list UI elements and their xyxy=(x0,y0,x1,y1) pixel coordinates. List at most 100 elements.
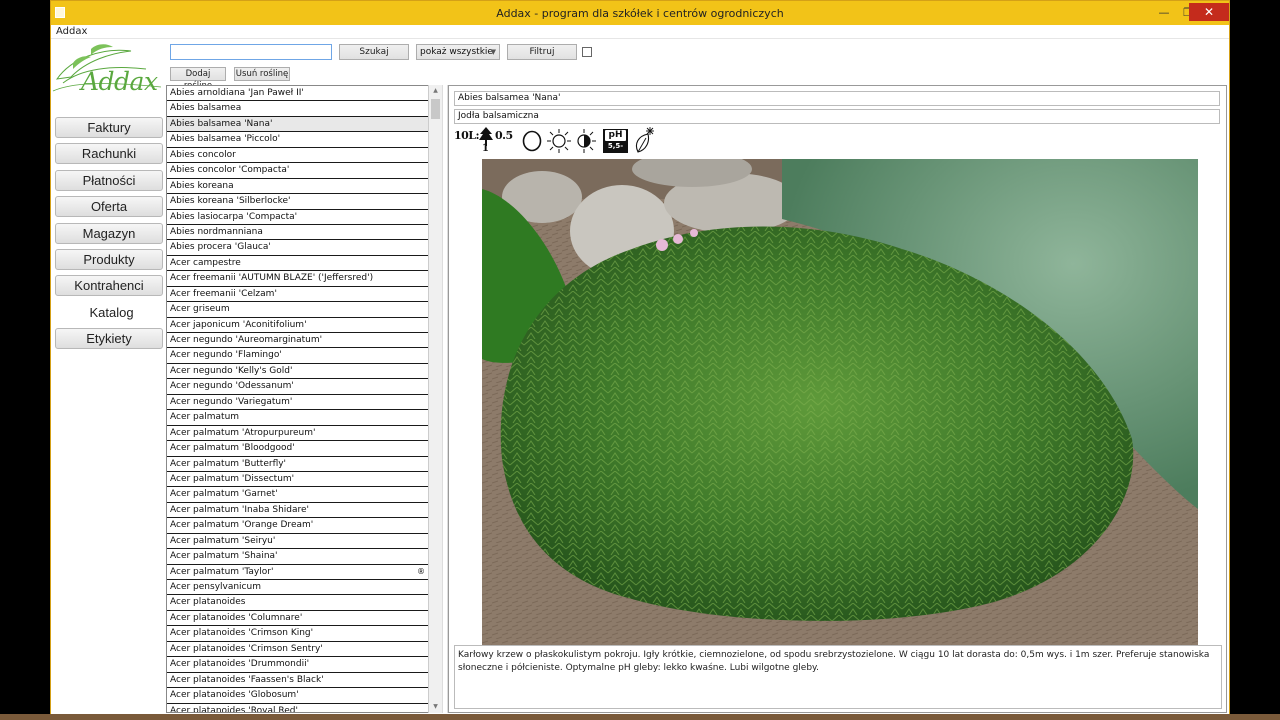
height-value: 0.5 xyxy=(495,129,513,142)
scroll-up-icon[interactable]: ▲ xyxy=(429,85,442,97)
plant-list-item-label: Acer negundo 'Kelly's Gold' xyxy=(170,365,293,376)
plant-list-item-label: Acer palmatum 'Bloodgood' xyxy=(170,443,295,454)
remove-plant-button[interactable]: Usuń roślinę xyxy=(234,67,290,81)
plant-list-item-label: Acer palmatum 'Seiryu' xyxy=(170,535,276,546)
plant-list-item[interactable]: Acer palmatum 'Butterfly' xyxy=(167,457,428,472)
half-sun-icon xyxy=(577,129,596,153)
plant-list-item-label: Acer negundo 'Odessanum' xyxy=(170,381,294,392)
plant-list-item-label: Abies nordmanniana xyxy=(170,226,263,237)
plant-list-item[interactable]: Acer japonicum 'Aconitifolium' xyxy=(167,318,428,333)
plant-list-item[interactable]: Acer palmatum 'Bloodgood' xyxy=(167,441,428,457)
addax-logo: Addax xyxy=(51,39,165,109)
plant-description[interactable]: Karłowy krzew o płaskokulistym pokroju. … xyxy=(454,645,1222,709)
plant-list-item[interactable]: Acer negundo 'Kelly's Gold' xyxy=(167,364,428,380)
plant-list-item-label: Acer platanoides 'Royal Red' xyxy=(170,705,298,713)
plant-list-item[interactable]: Acer pensylvanicum xyxy=(167,580,428,596)
filter-checkbox[interactable] xyxy=(582,47,592,57)
nav-button-produkty[interactable]: Produkty xyxy=(55,248,163,270)
plant-list-item[interactable]: Acer platanoides 'Drummondii' xyxy=(167,657,428,673)
plant-list-item[interactable]: Abies nordmanniana xyxy=(167,225,428,241)
minimize-button[interactable]: — xyxy=(1151,3,1177,21)
nav-button-kontrahenci[interactable]: Kontrahenci xyxy=(55,275,163,297)
plant-list-item-label: Abies balsamea 'Piccolo' xyxy=(170,134,281,145)
plant-list-item[interactable]: Acer negundo 'Flamingo' xyxy=(167,348,428,364)
plant-list-item[interactable]: Abies koreana xyxy=(167,179,428,195)
ph-label: pH xyxy=(605,130,626,141)
plant-list-item-label: Acer platanoides 'Drummondii' xyxy=(170,659,310,670)
plant-list-item[interactable]: Acer freemanii 'Celzam' xyxy=(167,287,428,303)
plant-list-item[interactable]: Abies concolor 'Compacta' xyxy=(167,163,428,179)
plant-list-item[interactable]: Acer platanoides 'Royal Red' xyxy=(167,704,428,713)
plant-list-item[interactable]: Abies balsamea xyxy=(167,101,428,117)
plant-list-item[interactable]: Acer palmatum 'Garnet' xyxy=(167,487,428,503)
plant-list-item-label: Acer platanoides 'Faassen's Black' xyxy=(170,674,324,685)
close-button[interactable]: ✕ xyxy=(1189,3,1229,21)
plant-list-item[interactable]: Acer platanoides 'Columnare' xyxy=(167,611,428,627)
nav-button-rachunki[interactable]: Rachunki xyxy=(55,143,163,165)
plant-list-item[interactable]: Abies lasiocarpa 'Compacta' xyxy=(167,210,428,225)
add-plant-button[interactable]: Dodaj roślinę xyxy=(170,67,226,91)
latin-name-field[interactable]: Abies balsamea 'Nana' xyxy=(454,91,1220,106)
plant-list-item[interactable]: Acer palmatum 'Taylor' ® xyxy=(167,565,428,580)
plant-list-item[interactable]: Acer palmatum 'Dissectum' xyxy=(167,472,428,488)
plant-list-item-label: Abies concolor xyxy=(170,149,236,160)
plant-list-item[interactable]: Acer freemanii 'AUTUMN BLAZE' ('Jeffersr… xyxy=(167,271,428,287)
plant-list-item[interactable]: Acer palmatum 'Seiryu' xyxy=(167,534,428,550)
plant-list-item[interactable]: Acer negundo 'Odessanum' xyxy=(167,379,428,395)
plant-list-item[interactable]: Acer palmatum 'Orange Dream' xyxy=(167,518,428,534)
plant-list-item[interactable]: Abies procera 'Glauca' xyxy=(167,240,428,256)
plant-list-item[interactable]: Abies balsamea 'Nana' xyxy=(167,116,428,133)
nav-button-magazyn[interactable]: Magazyn xyxy=(55,222,163,244)
search-button[interactable]: Szukaj xyxy=(339,44,409,60)
width-value: 1 xyxy=(482,143,489,154)
main-nav: Faktury Rachunki Płatności Oferta Magazyn Pro… xyxy=(55,117,167,355)
circle-shape-icon xyxy=(522,130,542,152)
menu-addax[interactable]: Addax xyxy=(56,26,87,37)
plant-list-item[interactable]: Acer palmatum xyxy=(167,410,428,426)
plant-list-item-label: Acer negundo 'Variegatum' xyxy=(170,396,293,407)
plant-list-item[interactable]: Acer negundo 'Aureomarginatum' xyxy=(167,333,428,349)
scroll-down-icon[interactable]: ▼ xyxy=(429,701,442,713)
plant-list-item-label: Acer platanoides 'Crimson King' xyxy=(170,628,314,639)
plant-list[interactable]: Abies arnoldiana 'Jan Paweł II' Abies bal… xyxy=(166,85,428,713)
nav-button-katalog[interactable]: Katalog xyxy=(55,301,167,323)
plant-list-item-label: Acer palmatum 'Taylor' xyxy=(170,566,274,577)
plant-list-item[interactable]: Abies balsamea 'Piccolo' xyxy=(167,132,428,148)
common-name-field[interactable]: Jodła balsamiczna xyxy=(454,109,1220,124)
plant-list-item[interactable]: Acer platanoides 'Crimson Sentry' xyxy=(167,642,428,658)
plant-list-item[interactable]: Acer palmatum 'Inaba Shidare' xyxy=(167,503,428,519)
plant-list-item[interactable]: Acer negundo 'Variegatum' xyxy=(167,395,428,411)
plant-list-item[interactable]: Abies koreana 'Silberlocke' xyxy=(167,194,428,210)
plant-list-item-label: Abies procera 'Glauca' xyxy=(170,242,271,253)
plant-list-item-label: Abies concolor 'Compacta' xyxy=(170,165,290,176)
plant-list-scrollbar[interactable]: ▲ ▼ xyxy=(428,85,442,713)
plant-photo xyxy=(482,159,1198,645)
plant-list-item-label: Acer palmatum 'Shaina' xyxy=(170,551,278,562)
sun-icon xyxy=(547,129,571,153)
plant-list-item-label: Abies balsamea 'Nana' xyxy=(170,118,273,129)
filter-button[interactable]: Filtruj xyxy=(507,44,577,60)
plant-list-item[interactable]: Acer platanoides xyxy=(167,595,428,611)
plant-list-item[interactable]: Acer platanoides 'Globosum' xyxy=(167,688,428,704)
filter-select[interactable]: pokaż wszystkie ▼ xyxy=(416,44,500,60)
plant-list-item[interactable]: Acer campestre xyxy=(167,256,428,272)
plant-list-item[interactable]: Acer palmatum 'Atropurpureum' xyxy=(167,426,428,442)
registered-mark: ® xyxy=(417,566,425,576)
plant-list-item[interactable]: Acer platanoides 'Faassen's Black' xyxy=(167,673,428,689)
plant-list-item-label: Acer palmatum 'Orange Dream' xyxy=(170,520,314,531)
plant-list-item[interactable]: Abies concolor xyxy=(167,148,428,164)
plant-list-item[interactable]: Acer platanoides 'Crimson King' xyxy=(167,626,428,642)
plant-list-item-label: Abies lasiocarpa 'Compacta' xyxy=(170,211,298,222)
plant-list-item[interactable]: Abies arnoldiana 'Jan Paweł II' xyxy=(167,86,428,102)
plant-list-item[interactable]: Acer palmatum 'Shaina' xyxy=(167,549,428,565)
search-input[interactable] xyxy=(170,44,332,60)
nav-button-p-atno-ci[interactable]: Płatności xyxy=(55,169,163,191)
plant-list-item-label: Abies balsamea xyxy=(170,103,242,114)
plant-list-item-label: Abies koreana 'Silberlocke' xyxy=(170,196,291,207)
title-bar[interactable]: Addax - program dla szkółek i centrów og… xyxy=(51,1,1229,25)
nav-button-faktury[interactable]: Faktury xyxy=(55,117,163,138)
plant-list-item[interactable]: Acer griseum xyxy=(167,302,428,318)
nav-button-oferta[interactable]: Oferta xyxy=(55,196,163,218)
scroll-thumb[interactable] xyxy=(431,99,440,119)
nav-button-etykiety[interactable]: Etykiety xyxy=(55,328,163,350)
